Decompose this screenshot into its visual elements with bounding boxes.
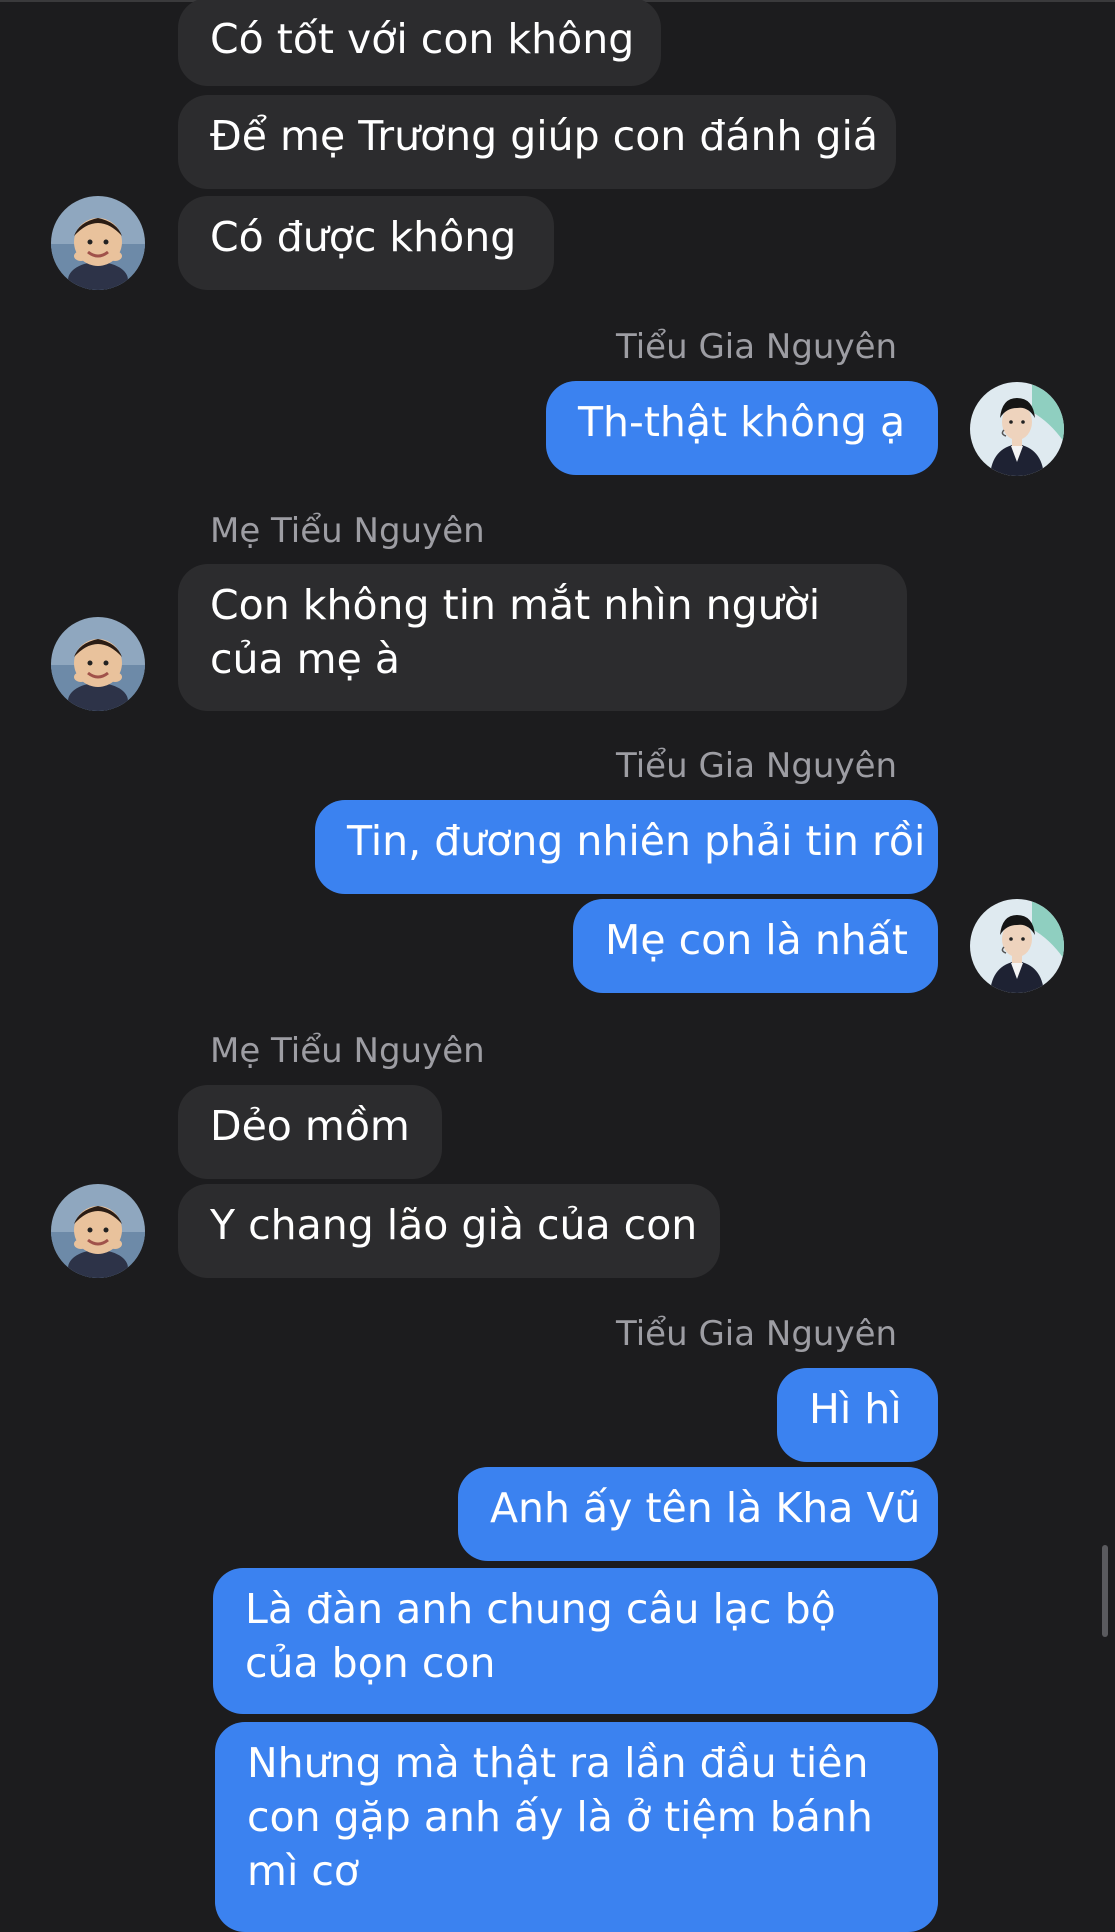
message-bubble-received[interactable]: Có tốt với con không — [178, 0, 661, 86]
message-bubble-received[interactable]: Có được không — [178, 196, 554, 290]
message-bubble-received[interactable]: Y chang lão già của con — [178, 1184, 720, 1278]
message-bubble-sent[interactable]: Mẹ con là nhất — [573, 899, 938, 993]
sender-name-label: Tiểu Gia Nguyên — [616, 746, 898, 786]
message-bubble-sent[interactable]: Nhưng mà thật ra lần đầu tiên con gặp an… — [215, 1722, 938, 1932]
child-avatar-icon[interactable] — [51, 1184, 145, 1278]
young-man-avatar-icon[interactable] — [970, 899, 1064, 993]
sender-name-label: Tiểu Gia Nguyên — [616, 327, 898, 367]
message-bubble-received[interactable]: Con không tin mắt nhìn người của mẹ à — [178, 564, 907, 711]
sender-name-label: Mẹ Tiểu Nguyên — [210, 511, 485, 551]
scrollbar-thumb[interactable] — [1102, 1545, 1108, 1637]
message-bubble-sent[interactable]: Hì hì — [777, 1368, 938, 1462]
child-avatar-icon[interactable] — [51, 617, 145, 711]
message-bubble-sent[interactable]: Anh ấy tên là Kha Vũ — [458, 1467, 938, 1561]
child-avatar-icon[interactable] — [51, 196, 145, 290]
sender-name-label: Mẹ Tiểu Nguyên — [210, 1031, 485, 1071]
young-man-avatar-icon[interactable] — [970, 382, 1064, 476]
message-bubble-sent[interactable]: Th-thật không ạ — [546, 381, 938, 475]
sender-name-label: Tiểu Gia Nguyên — [616, 1314, 898, 1354]
message-bubble-sent[interactable]: Tin, đương nhiên phải tin rồi — [315, 800, 938, 894]
message-bubble-received[interactable]: Dẻo mồm — [178, 1085, 442, 1179]
message-bubble-sent[interactable]: Là đàn anh chung câu lạc bộ của bọn con — [213, 1568, 938, 1714]
message-bubble-received[interactable]: Để mẹ Trương giúp con đánh giá — [178, 95, 896, 189]
